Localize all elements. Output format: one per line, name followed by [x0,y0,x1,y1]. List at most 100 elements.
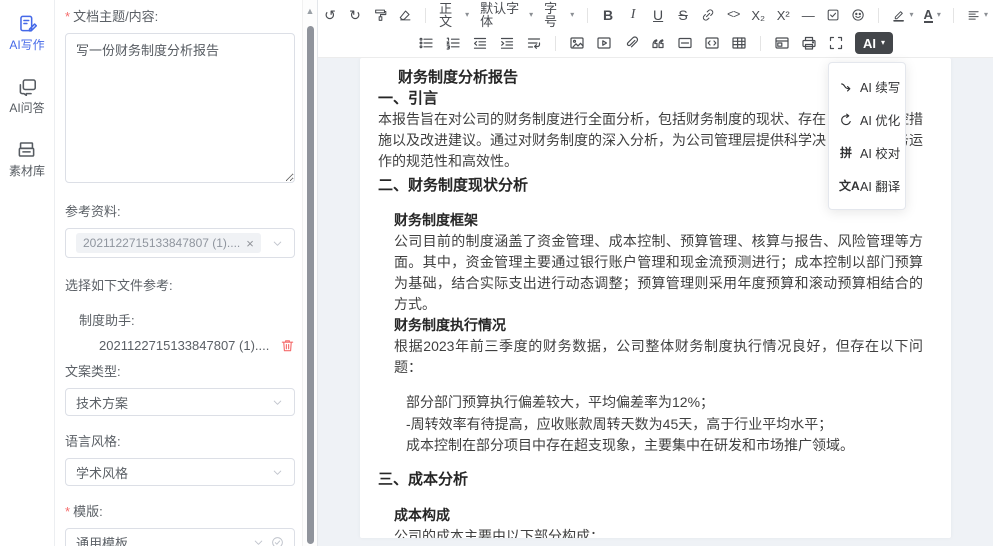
subscript-button[interactable]: X₂ [746,3,770,27]
code-block-button[interactable] [699,31,725,55]
copy-type-select[interactable]: 技术方案 [65,388,295,416]
left-nav-rail: AI写作 AI问答素材库 [0,0,55,546]
ordered-list-button[interactable] [440,31,466,55]
strikethrough-button[interactable]: S [671,3,695,27]
indent-button[interactable] [494,31,520,55]
bold-icon: B [603,8,613,22]
chevron-down-icon [271,237,284,250]
chevron-down-icon [271,466,284,479]
subscript-icon: X₂ [751,9,765,22]
toolbar-row-1: ↺↻正文▾默认字体▾字号▾BIUS<>X₂X²—▾A▾▾ [318,1,993,29]
font-family-label: 默认字体 [480,2,525,28]
sidebar-item-ai-writing[interactable]: AI写作 [9,14,44,53]
menu-item-ai-proofread[interactable]: 拼AI 校对 [829,136,905,169]
doc-paragraph: 根据2023年前三季度的财务数据，公司整体财务制度执行情况良好，但存在以下问题： [394,336,923,378]
divider-button[interactable] [672,31,698,55]
insert-video-icon [596,35,612,51]
fullscreen-button[interactable] [823,31,849,55]
sidebar-item-ai-qa[interactable]: AI问答 [9,77,44,116]
superscript-button[interactable]: X² [771,3,795,27]
highlight-color-button[interactable]: ▾ [887,3,918,27]
fullscreen-icon [828,35,844,51]
task-list-button[interactable] [821,3,845,27]
text-wrap-button[interactable] [521,31,547,55]
font-color-button[interactable]: A▾ [920,3,945,27]
app-window: AI写作 AI问答素材库 *文档主题/内容: 写一份财务制度分析报告 参考资料: … [0,0,993,546]
ai-chip-label: AI [863,37,876,50]
form-panel-scrollbar[interactable]: ▲ [302,0,317,546]
highlight-color-icon [892,7,905,23]
menu-item-ai-translate[interactable]: 文AAI 翻译 [829,169,905,202]
italic-button[interactable]: I [621,3,645,27]
menu-item-label: AI 校对 [860,143,900,162]
text-align-button[interactable]: ▾ [962,3,993,27]
bullet-list-button[interactable] [413,31,439,55]
page-layout-button[interactable] [769,31,795,55]
eraser-icon [398,7,412,23]
tag-close-icon[interactable]: × [246,237,254,250]
emoji-icon [851,7,865,23]
toolbar-separator [953,8,954,23]
inline-code-icon: <> [727,9,739,21]
print-button[interactable] [796,31,822,55]
eraser-button[interactable] [393,3,417,27]
task-list-icon [826,7,840,23]
chevron-down-icon [271,396,284,409]
sidebar-item-label: 素材库 [9,162,45,179]
menu-item-ai-optimize[interactable]: AI 优化 [829,103,905,136]
insert-image-icon [569,35,585,51]
chevron-down-icon: ▾ [529,11,533,19]
redo-button[interactable]: ↻ [343,3,367,27]
insert-image-button[interactable] [564,31,590,55]
style-select[interactable]: 学术风格 [65,458,295,486]
template-select[interactable]: 通用模板 [65,528,295,546]
blockquote-button[interactable] [645,31,671,55]
ai-tools-dropdown-menu: AI 续写 AI 优化拼AI 校对文AAI 翻译 [828,62,906,210]
code-block-icon [704,35,720,51]
emoji-button[interactable] [846,3,870,27]
attachment-button[interactable] [618,31,644,55]
link-button[interactable] [696,3,720,27]
superscript-icon: X² [777,9,790,22]
undo-button[interactable]: ↺ [318,3,342,27]
paragraph-style-button[interactable]: 正文▾ [434,3,474,27]
doc-paragraph: 公司的成本主要由以下部分构成： [394,526,923,539]
scrollbar-thumb[interactable] [307,26,314,544]
ai-writing-form-panel: *文档主题/内容: 写一份财务制度分析报告 参考资料: 202112271513… [55,0,318,546]
trash-icon [280,338,295,353]
doc-line-left: 本报告旨在对公司的财务制度进行全面分析，包括财务制度的现状、存在 [378,109,826,130]
topic-input[interactable]: 写一份财务制度分析报告 [65,33,295,183]
menu-item-ai-continue[interactable]: AI 续写 [829,70,905,103]
scroll-up-arrow-icon[interactable]: ▲ [303,6,317,16]
divider-icon [677,35,693,51]
font-size-button[interactable]: 字号▾ [539,3,579,27]
indent-icon [499,35,515,51]
ai-tools-button[interactable]: AI▾ [850,31,898,55]
outdent-button[interactable] [467,31,493,55]
table-button[interactable] [726,31,752,55]
link-icon [701,7,715,23]
bold-button[interactable]: B [596,3,620,27]
ai-optimize-icon [839,113,853,127]
delete-file-button[interactable] [280,338,295,353]
reference-select[interactable]: 2021122715133847807 (1).... × [65,228,295,258]
style-value: 学术风格 [76,463,128,482]
underline-button[interactable]: U [646,3,670,27]
check-circle-icon [271,536,284,546]
format-painter-button[interactable] [368,3,392,27]
menu-item-label: AI 优化 [860,110,900,129]
sidebar-item-material-library[interactable]: 素材库 [9,140,45,179]
bullet-list-icon [418,35,434,51]
insert-video-button[interactable] [591,31,617,55]
topic-label: *文档主题/内容: [65,6,295,25]
inline-code-button[interactable]: <> [721,3,745,27]
file-row: 2021122715133847807 (1).... [65,338,295,353]
template-value: 通用模板 [76,533,128,546]
horizontal-rule-button[interactable]: — [796,3,820,27]
doc-subheading: 成本构成 [394,505,923,526]
ai-continue-icon [839,80,853,94]
font-family-button[interactable]: 默认字体 ▾ [475,3,538,27]
doc-edit-icon [18,14,37,33]
doc-line-left: 施以及改进建议。通过对财务制度的深入分析，为公司管理层提供科学决 [378,130,826,151]
required-asterisk: * [65,9,70,24]
